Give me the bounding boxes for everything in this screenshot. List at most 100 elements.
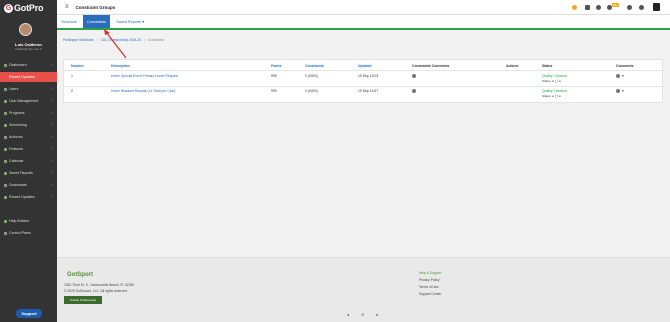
row-2-status: Quality Checked: [542, 89, 567, 93]
breadcrumb-current: Constraints: [147, 38, 164, 42]
lightbulb-icon[interactable]: [572, 5, 577, 10]
sidebar-item-programs[interactable]: Programs ›: [0, 108, 57, 118]
header-constraints-comments: Constraints Comments: [412, 64, 450, 68]
sidebar-item-users[interactable]: Users ›: [0, 84, 57, 94]
programs-icon: [4, 111, 7, 115]
avatar[interactable]: [19, 23, 32, 36]
breadcrumb-championship[interactable]: CDL Championship 2024-25: [101, 38, 141, 42]
chevron-right-icon: ›: [51, 86, 53, 92]
chat-icon[interactable]: [627, 5, 632, 10]
grid-icon[interactable]: [585, 5, 590, 10]
club-icon: [4, 99, 7, 103]
chevron-right-icon: ›: [51, 158, 53, 164]
row-1-status-detail: Status: ● ◯ ●: [542, 79, 561, 83]
row-1-description[interactable]: Home Special Event Primary Home Request: [111, 74, 178, 78]
header-actions: Actions: [506, 64, 519, 68]
comment-bubble-icon[interactable]: [412, 89, 416, 93]
row-2-number: 2: [71, 89, 73, 93]
chevron-right-icon: ›: [51, 98, 53, 104]
chevron-right-icon: ›: [51, 62, 53, 68]
tab-constraints[interactable]: Constraints: [82, 15, 111, 28]
header-number[interactable]: Number: [71, 64, 84, 68]
gotpro-logo-mark-icon: G: [4, 3, 13, 13]
chevron-right-icon: ›: [51, 170, 53, 176]
settings-icon[interactable]: [639, 5, 644, 10]
cookie-preferences-button[interactable]: Cookie Preferences: [64, 296, 102, 304]
header-description[interactable]: Description: [111, 64, 130, 68]
row-1-updated: 19 Sep 13:03: [358, 74, 379, 78]
chevron-right-icon: ›: [51, 182, 53, 188]
page-dot-icon[interactable]: ⊙: [361, 312, 364, 317]
next-icon[interactable]: ▸: [376, 312, 378, 317]
breadcrumb: Participant Schedules / CDL Championship…: [63, 38, 164, 42]
sidebar-item-control-panel[interactable]: Control Panel: [0, 228, 57, 238]
bell-icon[interactable]: [596, 5, 601, 10]
row-1-status: Quality Checked: [542, 74, 567, 78]
sidebar-item-scheduling[interactable]: Scheduling ›: [0, 120, 57, 130]
users-icon: [4, 87, 7, 91]
shield-icon[interactable]: [653, 3, 660, 11]
prev-icon[interactable]: ◂: [347, 312, 349, 317]
sidebar-item-recent-updates[interactable]: Recent Updates: [0, 72, 57, 82]
row-2-description[interactable]: Home Blackout Rounds (14 Total per Club): [111, 89, 175, 93]
breadcrumb-participant-schedules[interactable]: Participant Schedules: [63, 38, 94, 42]
row-1-constraints[interactable]: 0 (0/0/0): [305, 74, 318, 78]
footer-privacy-link[interactable]: Privacy Policy: [419, 278, 440, 282]
gotsport-logo: GotSport: [67, 272, 93, 278]
sidebar-item-features[interactable]: Features ›: [0, 144, 57, 154]
sidebar-item-help-articles[interactable]: Help Articles: [0, 216, 57, 226]
sidebar-item-archives[interactable]: Archives ›: [0, 132, 57, 142]
header-comments: Comments: [616, 64, 634, 68]
comment-icon[interactable]: [616, 74, 620, 78]
page-title: Constraint Groups: [75, 4, 116, 10]
footer-terms-link[interactable]: Terms of Use: [419, 285, 438, 289]
sidebar-item-club-management[interactable]: Club Management ›: [0, 96, 57, 106]
chevron-right-icon: ›: [51, 122, 53, 128]
dashboard-icon: [4, 63, 7, 67]
row-1-points: 999: [271, 74, 277, 78]
help-icon: [4, 219, 7, 223]
chevron-right-icon: ›: [51, 110, 53, 116]
features-icon: [4, 147, 7, 151]
comment-icon[interactable]: [616, 89, 620, 93]
saved-reports-icon: [4, 171, 7, 175]
archives-icon: [4, 135, 7, 139]
row-2-updated: 19 Sep 14:57: [358, 89, 379, 93]
row-2-status-detail: Status: ● ◯ ●: [542, 94, 561, 98]
gotpro-logo[interactable]: G GotPro: [4, 2, 54, 14]
sidebar-item-recent-updates-2[interactable]: Recent Updates ›: [0, 192, 57, 202]
row-2-points: 999: [271, 89, 277, 93]
tab-schedule[interactable]: Schedule: [57, 15, 81, 28]
sidebar-item-saved-reports[interactable]: Saved Reports ›: [0, 168, 57, 178]
tab-saved-reports[interactable]: Saved Reports ▾: [112, 15, 148, 28]
header-status: Status: [542, 64, 553, 68]
chevron-right-icon: ›: [51, 146, 53, 152]
row-2-constraints[interactable]: 0 (0/0/0): [305, 89, 318, 93]
sidebar-item-dashboard[interactable]: Dashboard ›: [0, 60, 57, 70]
footer-support-center-link[interactable]: Support Center: [419, 292, 441, 296]
row-2-comment-chevron[interactable]: ▾: [622, 89, 624, 93]
footer-copyright: © 2025 GotSoccer, LLC. All rights reserv…: [64, 289, 128, 293]
top-bar: ≡ Constraint Groups 99+: [57, 0, 670, 15]
sidebar-item-downloads[interactable]: Downloads ›: [0, 180, 57, 190]
header-points[interactable]: Points: [271, 64, 281, 68]
calendar-icon: [4, 159, 7, 163]
recent-updates-icon: [4, 195, 7, 199]
pager: ◂ ⊙ ▸: [347, 312, 378, 317]
header-updated[interactable]: Updated: [358, 64, 372, 68]
comment-bubble-icon[interactable]: [412, 74, 416, 78]
footer-help-link[interactable]: Help & Support: [419, 271, 441, 275]
downloads-icon: [4, 183, 7, 187]
support-button[interactable]: Support: [16, 309, 42, 318]
user-email-menu[interactable]: lcalder@cyfc.com ▾: [0, 47, 57, 51]
hamburger-menu-icon[interactable]: ≡: [65, 4, 69, 10]
chevron-right-icon: ›: [51, 194, 53, 200]
row-1-number: 1: [71, 74, 73, 78]
row-1-comment-chevron[interactable]: ▾: [622, 74, 624, 78]
sidebar: G GotPro Luis Calderon lcalder@cyfc.com …: [0, 0, 57, 322]
sidebar-item-calendar[interactable]: Calendar ›: [0, 156, 57, 166]
control-panel-icon: [4, 231, 7, 235]
header-constraints[interactable]: Constraints: [305, 64, 324, 68]
scheduling-icon: [4, 123, 7, 127]
gotpro-logo-text: GotPro: [14, 3, 44, 13]
